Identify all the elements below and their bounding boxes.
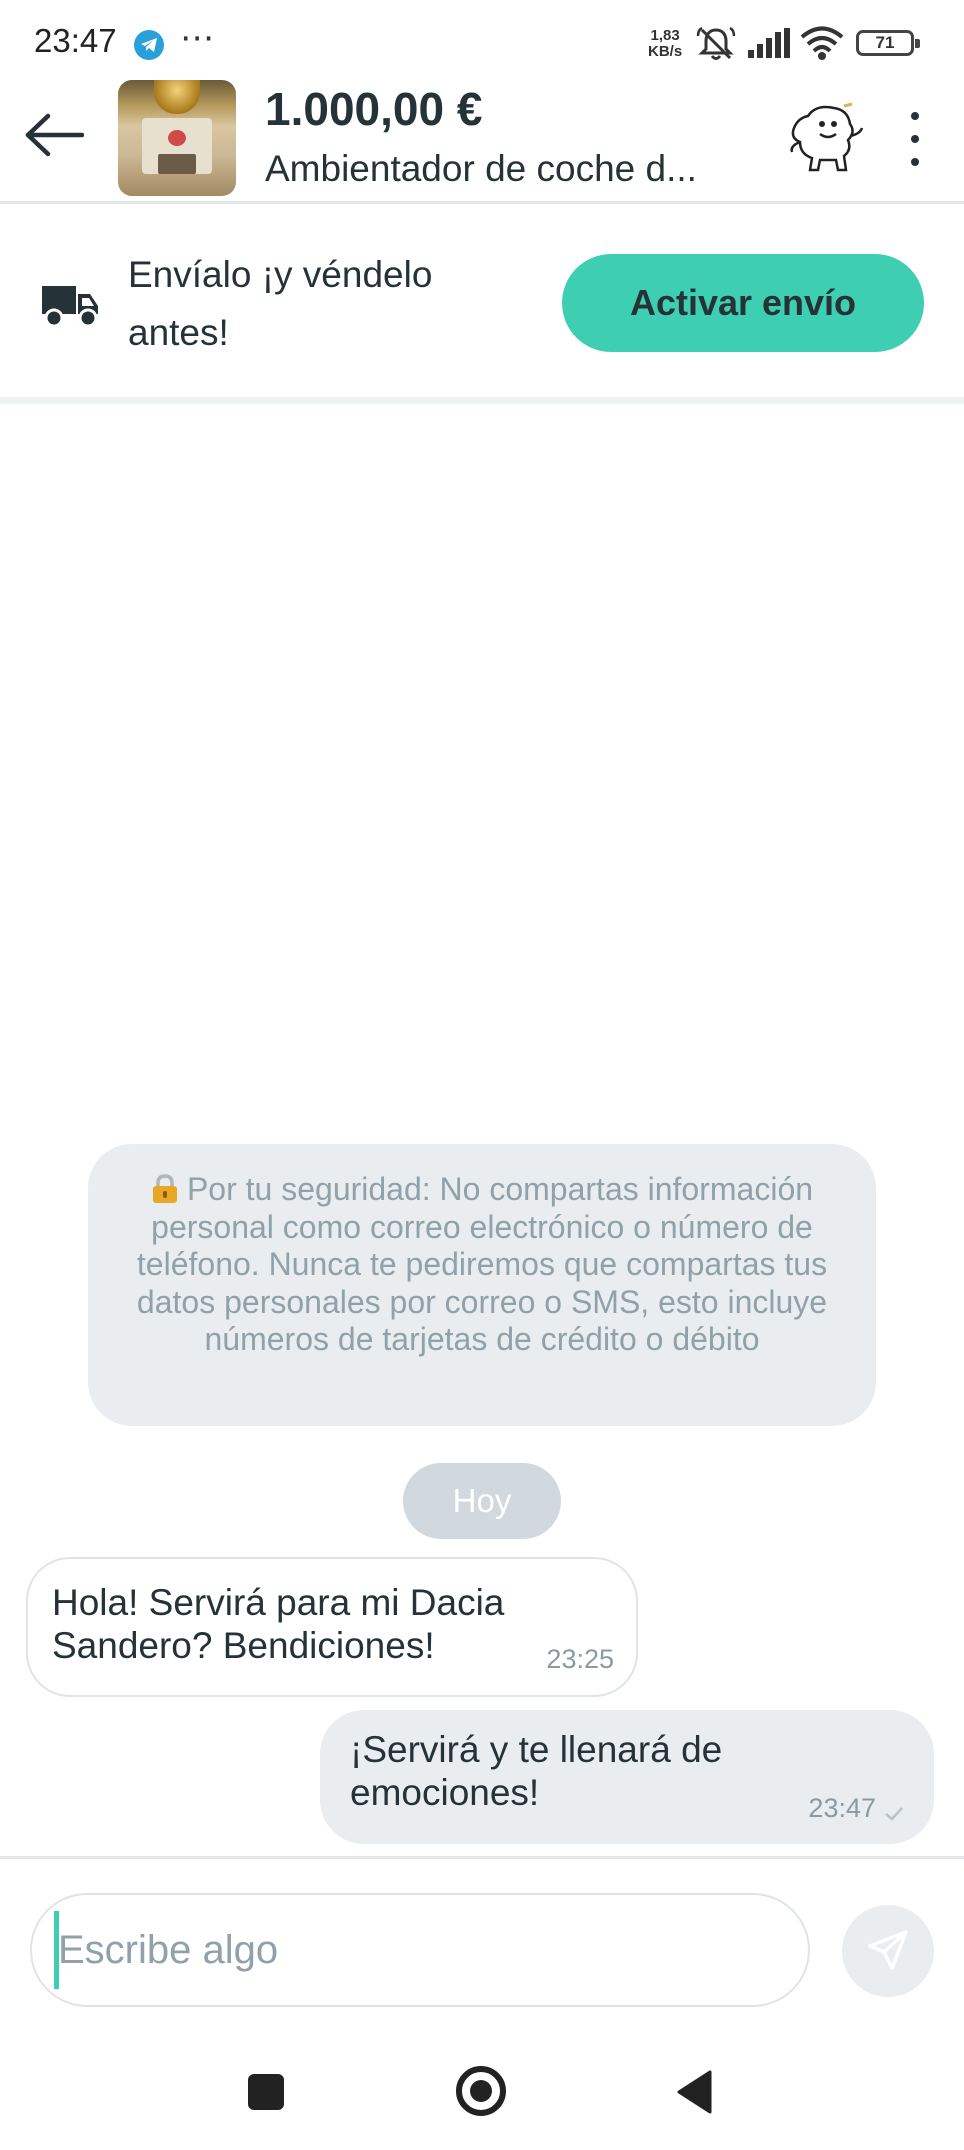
more-options-button[interactable] (898, 104, 932, 174)
battery-icon: 71 (856, 30, 920, 56)
message-time: 23:25 (546, 1644, 614, 1674)
message-time: 23:47 (808, 1793, 876, 1823)
product-price[interactable]: 1.000,00 € (265, 82, 482, 136)
home-icon[interactable] (456, 2066, 506, 2116)
notification-more-icon: ⋯ (180, 19, 215, 57)
mute-icon (696, 26, 736, 60)
security-notice: Por tu seguridad: No compartas informaci… (88, 1144, 876, 1426)
message-input[interactable] (30, 1893, 810, 2007)
date-separator: Hoy (403, 1463, 561, 1539)
message-incoming[interactable]: Hola! Servirá para mi Dacia Sandero? Ben… (26, 1557, 638, 1697)
user-avatar[interactable] (786, 102, 866, 176)
chat-header: 1.000,00 € Ambientador de coche d... (0, 80, 964, 204)
wifi-icon (800, 26, 844, 60)
status-bar: 23:47 ⋯ 1,83 KB/s 71 (0, 0, 964, 80)
truck-icon (42, 286, 98, 328)
signal-icon (748, 28, 790, 58)
recents-icon[interactable] (248, 2074, 284, 2110)
activate-shipping-button[interactable]: Activar envío (562, 254, 924, 352)
mascot-avatar-icon (790, 102, 864, 172)
status-time: 23:47 (34, 22, 117, 59)
system-nav-bar (0, 2030, 964, 2150)
message-composer (0, 1856, 964, 2016)
product-thumbnail[interactable] (118, 80, 236, 196)
shipping-promo-text: Envíalo ¡y véndelo antes! (128, 254, 433, 353)
product-title[interactable]: Ambientador de coche d... (265, 148, 697, 190)
sent-check-icon (885, 1807, 903, 1821)
back-arrow-icon (25, 113, 85, 157)
message-outgoing[interactable]: ¡Servirá y te llenará de emociones! 23:4… (320, 1710, 934, 1844)
security-notice-text: Por tu seguridad: No compartas informaci… (136, 1171, 828, 1357)
lock-icon (152, 1174, 177, 1203)
text-cursor (54, 1911, 59, 1989)
telegram-icon (134, 30, 164, 60)
network-speed: 1,83 KB/s (648, 27, 683, 60)
back-button[interactable] (22, 110, 92, 170)
shipping-banner: Envíalo ¡y véndelo antes! Activar envío (0, 204, 964, 404)
back-icon[interactable] (676, 2070, 714, 2114)
send-button[interactable] (842, 1905, 934, 1997)
more-vert-icon (911, 112, 919, 120)
send-icon (868, 1929, 908, 1970)
message-text: Hola! Servirá para mi Dacia Sandero? Ben… (52, 1582, 505, 1666)
